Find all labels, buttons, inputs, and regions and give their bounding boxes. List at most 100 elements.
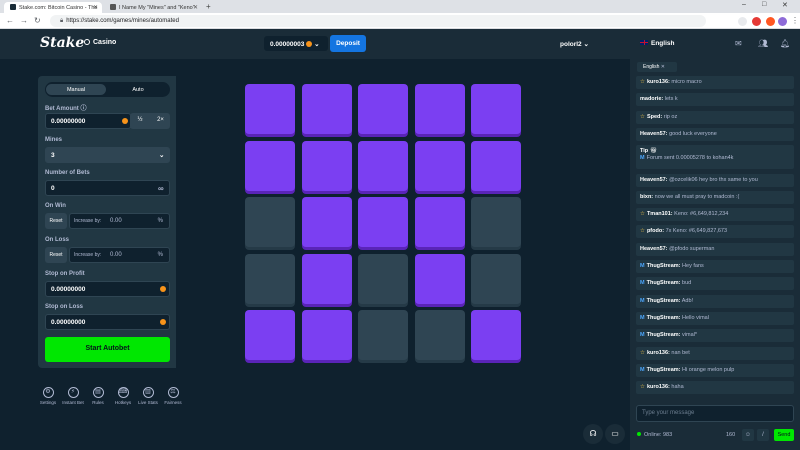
chat-username[interactable]: Sped: (647, 114, 662, 120)
hotkeys-button[interactable]: ⌨ Hotkeys (111, 387, 135, 405)
friends-icon[interactable]: 👥︎ (758, 39, 768, 48)
gem-tile[interactable] (301, 197, 352, 247)
gem-tile[interactable] (414, 253, 465, 304)
on-win-reset-button[interactable]: Reset (45, 213, 67, 229)
chat-username[interactable]: kuro136: (647, 350, 670, 356)
new-tab-button[interactable]: + (206, 2, 211, 11)
close-tab-icon[interactable]: ✕ (93, 4, 98, 11)
chat-room-tab[interactable]: English ✕ (637, 62, 677, 72)
back-icon[interactable]: ← (6, 16, 14, 25)
chat-bubble-icon[interactable]: ▭ (605, 424, 625, 444)
reload-icon[interactable]: ↻ (34, 16, 41, 25)
profile-avatar[interactable] (778, 17, 787, 26)
chat-username[interactable]: ThugStream: (647, 263, 681, 269)
gem-tile[interactable] (414, 84, 465, 134)
chat-username[interactable]: kuro136: (647, 384, 670, 390)
menu-kebab-icon[interactable]: ⋮ (791, 16, 799, 25)
extension-icon[interactable] (766, 17, 775, 26)
revealed-tile[interactable] (471, 197, 521, 247)
revealed-tile[interactable] (471, 253, 521, 304)
revealed-tile[interactable] (414, 310, 465, 360)
language-selector[interactable]: English (640, 40, 674, 47)
support-headset-icon[interactable]: ☊ (583, 424, 603, 444)
auto-mode-tab[interactable]: Auto (108, 84, 168, 95)
info-icon[interactable]: ⓘ (80, 106, 86, 112)
gem-tile[interactable] (245, 140, 295, 191)
gem-tile[interactable] (301, 84, 352, 134)
fairness-button[interactable]: ⚖ Fairness (161, 387, 185, 405)
browser-tab-youtube[interactable]: I Name My "Mines" and "Keno" ✕ (104, 2, 202, 13)
chat-username[interactable]: Heaven57: (640, 246, 668, 252)
maximize-button[interactable]: □ (762, 1, 766, 8)
revealed-tile[interactable] (358, 253, 408, 304)
chat-username[interactable]: Heaven57: (640, 177, 668, 183)
gem-tile[interactable] (471, 84, 521, 134)
infinity-icon[interactable]: ∞ (158, 184, 164, 193)
chat-username[interactable]: pfodo: (647, 228, 664, 234)
chat-username[interactable]: madorie: (640, 96, 663, 102)
tip-label: Tip (640, 148, 649, 155)
gem-tile[interactable] (358, 140, 408, 191)
on-win-increase-input[interactable]: Increase by: 0.00% (69, 213, 170, 229)
stake-logo[interactable]: Stake (40, 35, 84, 51)
balance-display[interactable]: 0.00000003 ⌄ (264, 36, 328, 51)
gem-tile[interactable] (301, 140, 352, 191)
on-loss-increase-input[interactable]: Increase by: 0.00% (69, 247, 170, 263)
mines-select[interactable]: 3 ⌄ (45, 147, 170, 163)
double-bet-button[interactable]: 2× (150, 113, 170, 129)
revealed-tile[interactable] (245, 253, 295, 304)
chat-username[interactable]: ThugStream: (647, 332, 681, 338)
emoji-button[interactable]: ☺ (742, 429, 754, 441)
number-of-bets-input[interactable]: 0 ∞ (45, 180, 170, 196)
gem-tile[interactable] (471, 140, 521, 191)
half-bet-button[interactable]: ½ (130, 113, 150, 129)
chat-username[interactable]: Tman101: (647, 211, 673, 217)
rules-button[interactable]: ▤ Rules (86, 387, 110, 405)
on-loss-reset-button[interactable]: Reset (45, 247, 67, 263)
chat-username[interactable]: Heaven57: (640, 131, 668, 137)
address-bar[interactable]: 🔒︎ https://stake.com/games/mines/automate… (50, 15, 706, 27)
forward-icon[interactable]: → (20, 16, 28, 25)
chat-username[interactable]: ThugStream: (647, 298, 681, 304)
extension-icon[interactable] (738, 17, 747, 26)
gem-tile[interactable] (245, 310, 295, 360)
live-stats-button[interactable]: ▥ Live Stats (136, 387, 160, 405)
gem-tile[interactable] (414, 140, 465, 191)
manual-mode-tab[interactable]: Manual (46, 84, 106, 95)
mod-badge-icon: M (640, 280, 645, 287)
stop-on-loss-input[interactable]: 0.00000000 (45, 314, 170, 330)
gem-tile[interactable] (301, 253, 352, 304)
settings-button[interactable]: ⚙ Settings (36, 387, 60, 405)
send-button[interactable]: Send (774, 429, 794, 441)
extension-icon[interactable] (752, 17, 761, 26)
casino-link[interactable]: Casino (93, 39, 116, 46)
user-menu[interactable]: polorl2 ⌄ (560, 40, 589, 48)
gem-tile[interactable] (358, 84, 408, 134)
gem-tile[interactable] (471, 310, 521, 360)
revealed-tile[interactable] (358, 310, 408, 360)
start-autobet-button[interactable]: Start Autobet (45, 337, 170, 362)
chat-input[interactable]: Type your message (636, 405, 794, 422)
chat-username[interactable]: ThugStream: (647, 280, 681, 286)
close-icon[interactable]: ✕ (661, 64, 665, 70)
chat-username[interactable]: ThugStream: (647, 315, 681, 321)
chat-username[interactable]: ThugStream: (647, 367, 681, 373)
revealed-tile[interactable] (245, 197, 295, 247)
stop-on-profit-input[interactable]: 0.00000000 (45, 281, 170, 297)
chat-username[interactable]: kuro136: (647, 79, 670, 85)
bet-amount-input[interactable]: 0.00000000 (45, 113, 131, 129)
minimize-button[interactable]: – (742, 1, 746, 8)
gem-tile[interactable] (301, 310, 352, 360)
mail-icon[interactable]: ✉ (735, 39, 742, 48)
chat-username[interactable]: bixn: (640, 194, 653, 200)
gem-tile[interactable] (245, 84, 295, 134)
notification-bell-icon[interactable]: 🔔︎ (780, 39, 790, 48)
close-window-button[interactable]: ✕ (782, 1, 788, 9)
close-tab-icon[interactable]: ✕ (193, 4, 198, 11)
browser-tab-stake[interactable]: Stake.com: Bitcoin Casino - The ✕ (4, 2, 102, 13)
gem-tile[interactable] (358, 197, 408, 247)
instant-bet-button[interactable]: ⚡︎ Instant Bet (61, 387, 85, 405)
commands-button[interactable]: / (757, 429, 769, 441)
deposit-button[interactable]: Deposit (330, 35, 366, 52)
gem-tile[interactable] (414, 197, 465, 247)
